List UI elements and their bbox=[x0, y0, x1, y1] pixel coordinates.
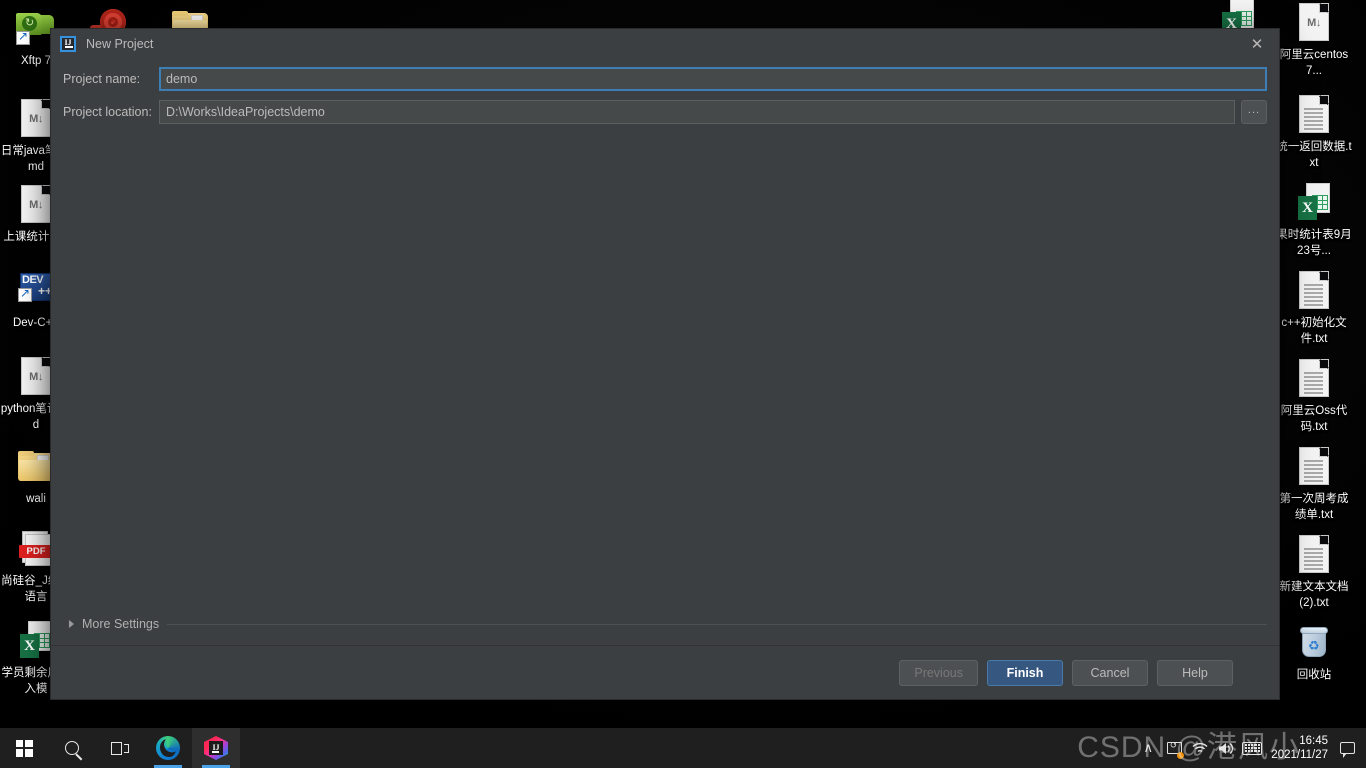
dialog-title: New Project bbox=[86, 37, 154, 51]
desktop-icon-label: 第一次周考成绩单.txt bbox=[1279, 493, 1349, 521]
desktop-icon-unified-return-data[interactable]: 统一返回数据.txt bbox=[1276, 92, 1352, 171]
desktop-icon-aliyun-oss[interactable]: 阿里云Oss代码.txt bbox=[1276, 356, 1352, 435]
dialog-empty-area bbox=[63, 133, 1267, 613]
task-view-button[interactable] bbox=[96, 728, 144, 768]
wifi-icon[interactable] bbox=[1187, 728, 1213, 768]
volume-icon[interactable] bbox=[1213, 728, 1239, 768]
recycle-bin-icon: ♻ bbox=[1294, 620, 1334, 664]
desktop-icon-aliyun-centos[interactable]: M↓ 阿里云centos 7... bbox=[1276, 0, 1352, 79]
volume-icon-svg bbox=[1219, 742, 1234, 754]
project-location-label: Project location: bbox=[63, 105, 152, 119]
microsoft-edge-icon bbox=[156, 736, 180, 760]
system-tray: ∧ 16 bbox=[1135, 728, 1366, 768]
desktop-icon-new-text-doc[interactable]: 新建文本文档 (2).txt bbox=[1276, 532, 1352, 611]
finish-button[interactable]: Finish bbox=[987, 659, 1063, 686]
markdown-file-icon: M↓ bbox=[1294, 0, 1334, 44]
desktop-icon-exam-scores[interactable]: 第一次周考成绩单.txt bbox=[1276, 444, 1352, 523]
desktop-icon-label: 阿里云centos 7... bbox=[1279, 49, 1349, 77]
desktop-background: X ↻ Xftp 7 M↓ 日常java笔记.md M↓ 上课统计.md DEV… bbox=[0, 0, 1366, 768]
desktop-icon-label: 回收站 bbox=[1296, 669, 1332, 681]
keyboard-icon[interactable] bbox=[1239, 728, 1265, 768]
desktop-icon-recycle-bin[interactable]: ♻ 回收站 bbox=[1276, 620, 1352, 683]
project-name-row: Project name: bbox=[63, 67, 1267, 91]
project-name-input[interactable] bbox=[159, 67, 1267, 91]
dialog-titlebar: IJ New Project ✕ bbox=[51, 29, 1279, 59]
search-icon bbox=[65, 741, 79, 755]
clock-time: 16:45 bbox=[1299, 735, 1328, 747]
more-settings-divider bbox=[167, 623, 1267, 625]
close-icon[interactable]: ✕ bbox=[1235, 29, 1279, 59]
text-file-icon bbox=[1294, 92, 1334, 136]
windows-taskbar: IJ ∧ ↺ 16:45 2021/11/27 bbox=[0, 728, 1366, 768]
more-settings-label: More Settings bbox=[82, 617, 160, 631]
help-button[interactable]: Help bbox=[1157, 659, 1233, 686]
search-button[interactable] bbox=[48, 728, 96, 768]
cancel-button[interactable]: Cancel bbox=[1072, 659, 1148, 686]
display-settings-icon[interactable] bbox=[1161, 728, 1187, 768]
more-settings-toggle[interactable]: More Settings bbox=[63, 613, 1267, 635]
notification-bubble-icon[interactable] bbox=[1336, 728, 1358, 768]
text-file-icon bbox=[1294, 444, 1334, 488]
desktop-icon-label: Xftp 7 bbox=[20, 55, 52, 67]
desktop-icon-cpp-init[interactable]: c++初始化文件.txt bbox=[1276, 268, 1352, 347]
show-hidden-icons-chevron-icon[interactable]: ∧ bbox=[1135, 728, 1161, 768]
wifi-icon-svg bbox=[1192, 742, 1208, 753]
desktop-icon-label: 统一返回数据.txt bbox=[1276, 141, 1352, 169]
intellij-button[interactable]: IJ bbox=[192, 728, 240, 768]
browse-location-button[interactable]: ... bbox=[1241, 100, 1267, 124]
desktop-icon-label: 新建文本文档 (2).txt bbox=[1279, 581, 1349, 609]
text-file-icon bbox=[1294, 356, 1334, 400]
excel-file-icon: X bbox=[1294, 180, 1334, 224]
desktop-icon-label: 果时统计表9月23号... bbox=[1276, 229, 1352, 257]
text-file-icon bbox=[1294, 532, 1334, 576]
text-file-icon bbox=[1294, 268, 1334, 312]
desktop-icon-label: wali bbox=[26, 493, 46, 505]
intellij-idea-icon: IJ bbox=[204, 736, 228, 760]
intellij-idea-icon: IJ bbox=[60, 36, 76, 52]
dialog-body: Project name: Project location: ... More… bbox=[51, 59, 1279, 645]
new-project-dialog: IJ New Project ✕ Project name: Project l… bbox=[50, 28, 1280, 700]
project-name-label: Project name: bbox=[63, 72, 141, 86]
windows-logo-icon bbox=[15, 739, 33, 757]
project-location-input[interactable] bbox=[159, 100, 1235, 124]
desktop-icon-label: 阿里云Oss代码.txt bbox=[1280, 405, 1348, 433]
clock[interactable]: 16:45 2021/11/27 bbox=[1265, 728, 1336, 768]
task-view-icon bbox=[111, 741, 129, 756]
start-button[interactable] bbox=[0, 728, 48, 768]
edge-button[interactable] bbox=[144, 728, 192, 768]
desktop-icon-label: c++初始化文件.txt bbox=[1281, 317, 1347, 345]
project-location-row: Project location: ... bbox=[63, 100, 1267, 124]
clock-date: 2021/11/27 bbox=[1271, 749, 1328, 761]
desktop-icon-stats-excel[interactable]: X 果时统计表9月23号... bbox=[1276, 180, 1352, 259]
previous-button[interactable]: Previous bbox=[899, 659, 978, 686]
dialog-footer: Previous Finish Cancel Help bbox=[51, 645, 1279, 699]
chevron-right-icon bbox=[69, 620, 74, 628]
